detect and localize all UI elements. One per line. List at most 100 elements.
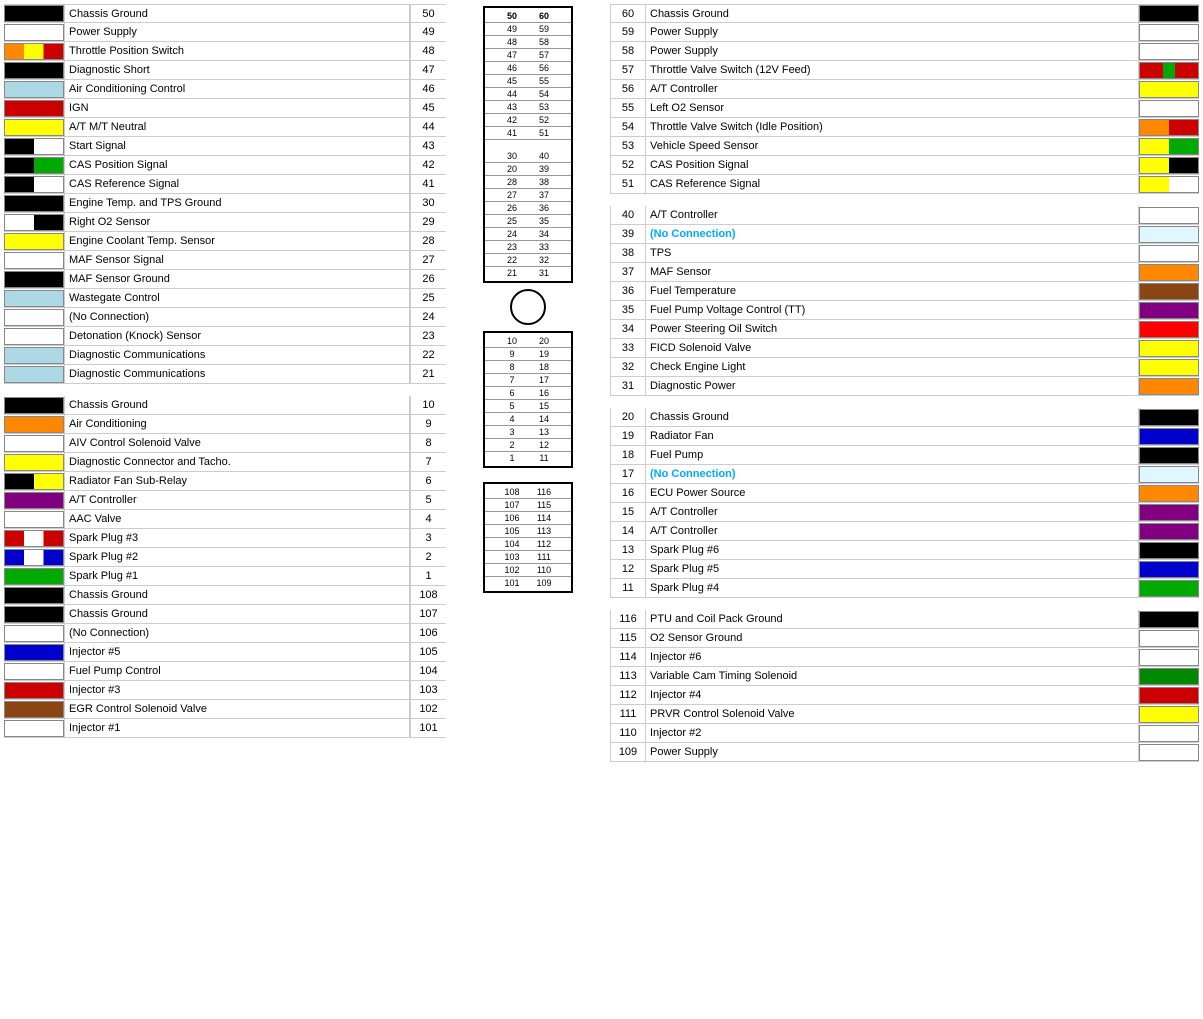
pin-label-right: MAF Sensor	[646, 263, 1139, 281]
wire-color-swatch	[4, 511, 64, 528]
pin-label-right: ECU Power Source	[646, 484, 1139, 502]
wire-color-swatch-right	[1139, 649, 1199, 666]
wire-color-swatch-right	[1139, 542, 1199, 559]
pin-label: (No Connection)	[64, 624, 410, 642]
left-pin-row: MAF Sensor Signal27	[4, 251, 446, 270]
right-pin-row: 19Radiator Fan	[610, 427, 1199, 446]
right-pin-row: 18Fuel Pump	[610, 446, 1199, 465]
wire-color-swatch-right	[1139, 504, 1199, 521]
left-pin-row: Spark Plug #33	[4, 529, 446, 548]
pin-label: IGN	[64, 99, 410, 117]
pin-number: 49	[410, 23, 446, 41]
pin-label: Spark Plug #2	[64, 548, 410, 566]
wire-color-swatch	[4, 252, 64, 269]
wire-color-swatch	[4, 416, 64, 433]
pin-label-right: Throttle Valve Switch (Idle Position)	[646, 118, 1139, 136]
wire-color-swatch-right	[1139, 43, 1199, 60]
wire-color-swatch	[4, 701, 64, 718]
wire-color-swatch	[4, 100, 64, 117]
pin-label-right: Fuel Temperature	[646, 282, 1139, 300]
wire-color-swatch	[4, 347, 64, 364]
pin-number-right: 114	[610, 648, 646, 666]
right-pin-row: 33FICD Solenoid Valve	[610, 339, 1199, 358]
left-pin-row: Start Signal43	[4, 137, 446, 156]
pin-label: CAS Position Signal	[64, 156, 410, 174]
wire-color-swatch	[4, 549, 64, 566]
pin-label-right: CAS Position Signal	[646, 156, 1139, 174]
pin-label: Injector #1	[64, 719, 410, 737]
wire-color-swatch	[4, 138, 64, 155]
right-pin-row: 54Throttle Valve Switch (Idle Position)	[610, 118, 1199, 137]
wire-color-swatch	[4, 568, 64, 585]
pin-label-right: O2 Sensor Ground	[646, 629, 1139, 647]
left-pin-row: Air Conditioning Control46	[4, 80, 446, 99]
wire-color-swatch	[4, 309, 64, 326]
wire-color-swatch	[4, 176, 64, 193]
wire-color-swatch	[4, 195, 64, 212]
wire-color-swatch-right	[1139, 485, 1199, 502]
wire-color-swatch	[4, 157, 64, 174]
pin-label-right: TPS	[646, 244, 1139, 262]
pin-number-right: 53	[610, 137, 646, 155]
pin-number: 23	[410, 327, 446, 345]
pin-number: 103	[410, 681, 446, 699]
pin-label: Chassis Ground	[64, 5, 410, 22]
wire-color-swatch-right	[1139, 744, 1199, 761]
pin-number-right: 33	[610, 339, 646, 357]
left-pin-row: EGR Control Solenoid Valve102	[4, 700, 446, 719]
pin-number: 46	[410, 80, 446, 98]
right-pin-row: 113Variable Cam Timing Solenoid	[610, 667, 1199, 686]
wire-color-swatch	[4, 81, 64, 98]
pin-number: 29	[410, 213, 446, 231]
pin-number-right: 20	[610, 408, 646, 426]
right-pin-row: 39(No Connection)	[610, 225, 1199, 244]
pin-number-right: 58	[610, 42, 646, 60]
pin-number: 41	[410, 175, 446, 193]
pin-label: Radiator Fan Sub-Relay	[64, 472, 410, 490]
wire-color-swatch	[4, 366, 64, 383]
right-pin-row: 109Power Supply	[610, 743, 1199, 762]
pin-label: Diagnostic Connector and Tacho.	[64, 453, 410, 471]
left-pin-row: Diagnostic Communications21	[4, 365, 446, 384]
wire-color-swatch	[4, 271, 64, 288]
pin-number-right: 110	[610, 724, 646, 742]
right-pin-row: 111PRVR Control Solenoid Valve	[610, 705, 1199, 724]
right-pin-row: 11Spark Plug #4	[610, 579, 1199, 598]
pin-number-right: 11	[610, 579, 646, 597]
pin-number-right: 38	[610, 244, 646, 262]
pin-label: Engine Coolant Temp. Sensor	[64, 232, 410, 250]
pin-number: 6	[410, 472, 446, 490]
pin-label-right: FICD Solenoid Valve	[646, 339, 1139, 357]
wire-color-swatch-right	[1139, 523, 1199, 540]
left-pin-row: Diagnostic Short47	[4, 61, 446, 80]
left-pin-row: Wastegate Control25	[4, 289, 446, 308]
wire-color-swatch-right	[1139, 264, 1199, 281]
pin-label: Air Conditioning Control	[64, 80, 410, 98]
pin-label: MAF Sensor Signal	[64, 251, 410, 269]
pin-number-right: 59	[610, 23, 646, 41]
pin-label: Diagnostic Communications	[64, 365, 410, 383]
right-pin-row: 17(No Connection)	[610, 465, 1199, 484]
pin-label: Diagnostic Short	[64, 61, 410, 79]
right-pin-row: 32Check Engine Light	[610, 358, 1199, 377]
pin-label: Chassis Ground	[64, 605, 410, 623]
wire-color-swatch	[4, 43, 64, 60]
pin-number: 26	[410, 270, 446, 288]
wire-color-swatch-right	[1139, 725, 1199, 742]
left-pin-row: Chassis Ground50	[4, 4, 446, 23]
pin-number-right: 57	[610, 61, 646, 79]
pin-label: CAS Reference Signal	[64, 175, 410, 193]
wire-color-swatch-right	[1139, 359, 1199, 376]
pin-number-right: 37	[610, 263, 646, 281]
pin-label: Spark Plug #1	[64, 567, 410, 585]
right-pin-row: 112Injector #4	[610, 686, 1199, 705]
pin-label-right: Injector #6	[646, 648, 1139, 666]
pin-label-right: A/T Controller	[646, 503, 1139, 521]
pin-number: 27	[410, 251, 446, 269]
pin-number-right: 15	[610, 503, 646, 521]
left-pin-row: Chassis Ground108	[4, 586, 446, 605]
pin-label-right: PTU and Coil Pack Ground	[646, 610, 1139, 628]
pin-label: Start Signal	[64, 137, 410, 155]
pin-number: 44	[410, 118, 446, 136]
left-pin-row: Power Supply49	[4, 23, 446, 42]
